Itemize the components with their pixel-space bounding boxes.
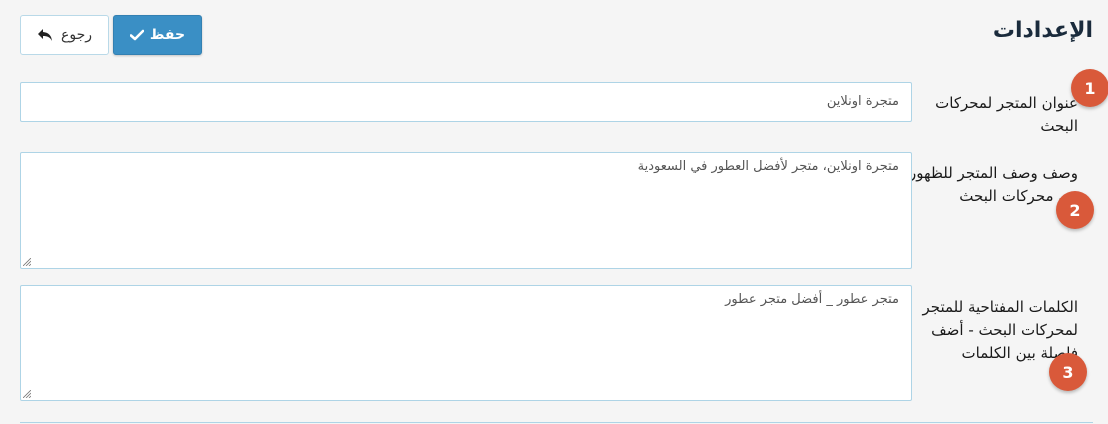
page-title: الإعدادات (992, 18, 1093, 43)
save-button-label: حفظ (149, 27, 186, 43)
resize-grip-icon[interactable] (23, 390, 31, 398)
reply-arrow-icon (37, 28, 53, 42)
step-badge-2: 2 (1056, 191, 1094, 229)
section-divider (20, 422, 1093, 423)
step-badge-1: 1 (1071, 69, 1108, 107)
store-title-label: عنوان المتجر لمحركات البحث (935, 94, 1078, 135)
save-button[interactable]: حفظ (113, 15, 202, 55)
store-description-textarea[interactable]: متجرة اونلاين، متجر لأفضل العطور في السع… (20, 152, 912, 269)
store-title-input[interactable]: متجرة اونلاين (20, 82, 912, 122)
step-badge-3: 3 (1049, 353, 1087, 391)
store-description-label: وصف وصف المتجر للظهور في محركات البحث (909, 164, 1078, 205)
store-keywords-textarea[interactable]: متجر عطور _ أفضل متجر عطور (20, 285, 912, 401)
resize-grip-icon[interactable] (23, 258, 31, 266)
store-keywords-value: متجر عطور _ أفضل متجر عطور (725, 292, 899, 307)
back-button-label: رجوع (61, 27, 93, 43)
store-description-value: متجرة اونلاين، متجر لأفضل العطور في السع… (637, 159, 899, 174)
back-button[interactable]: رجوع (20, 15, 109, 55)
check-icon (129, 29, 144, 41)
store-keywords-label: الكلمات المفتاحية للمتجر لمحركات البحث -… (922, 298, 1078, 362)
